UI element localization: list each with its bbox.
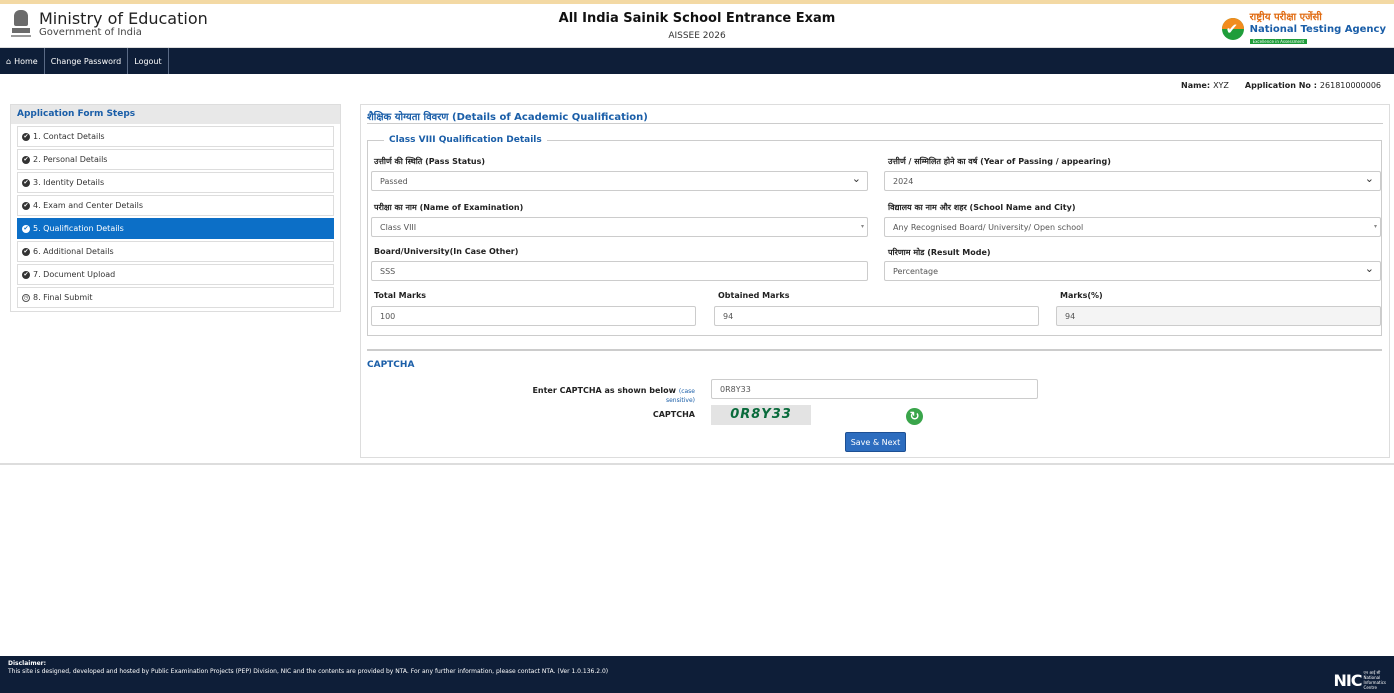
application-no-label: Application No : [1244,80,1317,90]
step-label: 2. Personal Details [33,155,108,164]
nav-home[interactable]: ⌂ Home [0,48,45,74]
step-document-upload[interactable]: ✔ 7. Document Upload [17,264,334,285]
exam-code: AISSEE 2026 [668,31,726,41]
step-label: 6. Additional Details [33,247,114,256]
school-select[interactable]: Any Recognised Board/ University/ Open s… [884,217,1381,237]
captcha-input[interactable]: 0R8Y33 [711,379,1038,399]
check-circle-icon: ✔ [22,155,30,164]
clock-circle-icon: ◷ [22,293,30,302]
check-circle-icon: ✔ [22,178,30,187]
step-exam-center-details[interactable]: ✔ 4. Exam and Center Details [17,195,334,216]
check-circle-icon: ✔ [22,201,30,210]
qualification-form-panel: शैक्षिक योग्यता विवरण (Details of Academ… [360,104,1390,458]
nic-line-3: Centre [1363,685,1377,690]
save-next-button[interactable]: Save & Next [845,432,906,452]
content-divider [0,463,1394,465]
captcha-enter-text: Enter CAPTCHA as shown below [532,386,677,395]
application-no-value: 261810000006 [1319,80,1381,90]
disclaimer-text: This site is designed, developed and hos… [8,668,609,675]
check-circle-icon: ✔ [22,224,30,233]
home-icon: ⌂ [6,56,12,66]
step-label: 4. Exam and Center Details [33,201,143,210]
disclaimer-title: Disclaimer: [8,660,47,667]
section-title: शैक्षिक योग्यता विवरण (Details of Academ… [367,105,1383,124]
pass-status-select[interactable]: Passed [371,171,868,191]
board-input[interactable]: SSS [371,261,868,281]
captcha-image: 0R8Y33 [711,405,811,425]
obtained-marks-input[interactable]: 94 [714,306,1039,326]
page-footer: Disclaimer: This site is designed, devel… [0,656,1394,693]
marks-percent-input[interactable]: 94 [1056,306,1381,326]
result-mode-select[interactable]: Percentage [884,261,1381,281]
step-label: 8. Final Submit [33,293,93,302]
nic-logo: NIC एन आई सी National Informatics Centre [1333,670,1386,690]
pass-status-label: उत्तीर्ण की स्थिति (Pass Status) [374,157,486,166]
exam-heading: All India Sainik School Entrance Exam AI… [0,11,1394,41]
page-header: Ministry of Education Government of Indi… [0,4,1394,48]
name-value: XYZ [1213,80,1229,90]
user-info-bar: Name: XYZ Application No : 261810000006 [0,74,1394,96]
exam-title: All India Sainik School Entrance Exam [558,11,836,26]
fieldset-legend: Class VIII Qualification Details [384,135,547,145]
nav-logout[interactable]: Logout [128,48,169,74]
marks-percent-label: Marks(%) [1060,291,1103,300]
nta-branding: राष्ट्रीय परीक्षा एजेंसी National Testin… [1221,12,1386,46]
nav-change-password[interactable]: Change Password [45,48,129,74]
exam-name-select[interactable]: Class VIII [371,217,868,237]
step-identity-details[interactable]: ✔ 3. Identity Details [17,172,334,193]
step-contact-details[interactable]: ✔ 1. Contact Details [17,126,334,147]
sidebar-title: Application Form Steps [11,105,340,124]
total-marks-label: Total Marks [374,291,427,300]
step-label: 7. Document Upload [33,270,116,279]
step-qualification-details[interactable]: ✔ 5. Qualification Details [17,218,334,239]
nta-hindi-name: राष्ट्रीय परीक्षा एजेंसी [1249,12,1322,23]
step-additional-details[interactable]: ✔ 6. Additional Details [17,241,334,262]
school-label: विद्यालय का नाम और शहर (School Name and … [888,203,1076,212]
nta-logo-icon [1221,18,1244,40]
total-marks-input[interactable]: 100 [371,306,696,326]
step-personal-details[interactable]: ✔ 2. Personal Details [17,149,334,170]
exam-name-label: परीक्षा का नाम (Name of Examination) [374,203,524,212]
check-circle-icon: ✔ [22,270,30,279]
captcha-divider [367,349,1382,351]
nta-english-name: National Testing Agency [1249,24,1386,35]
year-select[interactable]: 2024 [884,171,1381,191]
form-steps-sidebar: Application Form Steps ✔ 1. Contact Deta… [10,104,341,312]
step-final-submit[interactable]: ◷ 8. Final Submit [17,287,334,308]
board-label: Board/University(In Case Other) [374,247,519,256]
nav-home-label: Home [14,56,38,66]
nic-name: एन आई सी National Informatics Centre [1364,670,1386,690]
nic-mark: NIC [1333,670,1362,690]
captcha-title: CAPTCHA [367,360,415,370]
captcha-enter-label: Enter CAPTCHA as shown below (case sensi… [511,386,695,404]
nta-tagline: Excellence in Assessment [1249,39,1308,44]
check-circle-icon: ✔ [22,247,30,256]
step-label: 1. Contact Details [33,132,105,141]
year-label: उत्तीर्ण / सम्मिलित होने का वर्ष (Year o… [888,157,1111,166]
step-label: 5. Qualification Details [33,224,124,233]
step-label: 3. Identity Details [33,178,105,187]
captcha-label: CAPTCHA [652,410,695,419]
obtained-marks-label: Obtained Marks [718,291,790,300]
main-navbar: ⌂ Home Change Password Logout [0,48,1394,74]
result-mode-label: परिणाम मोड (Result Mode) [888,248,991,257]
refresh-icon[interactable]: ↻ [906,408,923,425]
name-label: Name: [1181,80,1211,90]
class-viii-fieldset: Class VIII Qualification Details उत्तीर्… [367,135,1382,336]
check-circle-icon: ✔ [22,132,30,141]
